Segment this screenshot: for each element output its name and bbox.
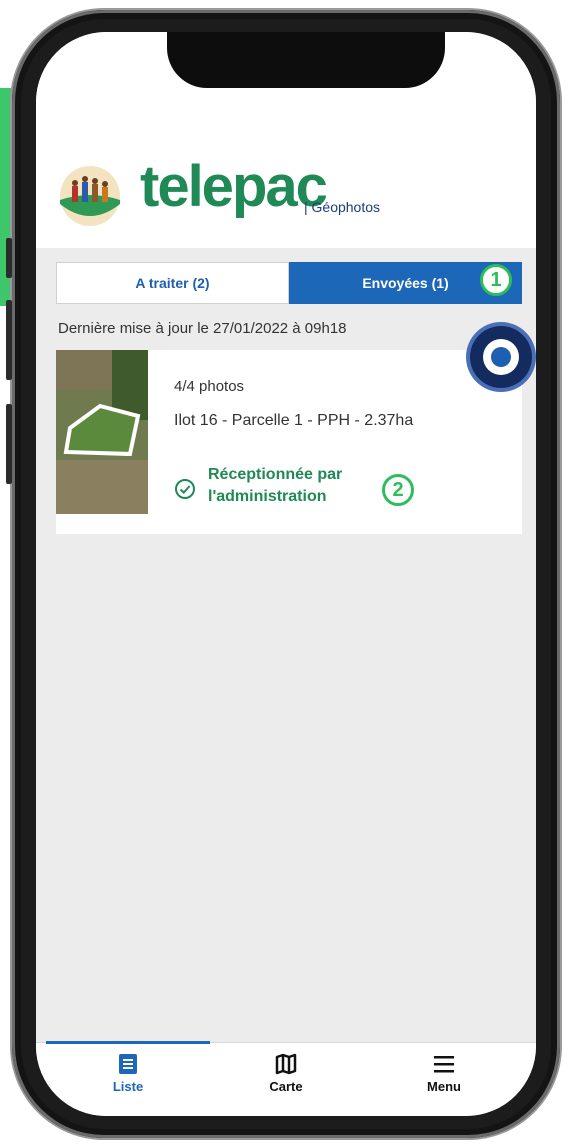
map-icon: [275, 1053, 297, 1075]
status-line-1: Réceptionnée par: [208, 466, 343, 483]
status-tabs: A traiter (2) Envoyées (1): [56, 262, 522, 304]
nav-menu-label: Menu: [427, 1079, 461, 1094]
nav-carte[interactable]: Carte: [226, 1053, 346, 1094]
hamburger-menu-icon: [434, 1056, 454, 1073]
location-dot-icon: [491, 347, 511, 367]
tab-a-traiter[interactable]: A traiter (2): [56, 262, 289, 304]
nav-liste[interactable]: Liste: [68, 1053, 188, 1094]
annotation-badge-1: 1: [480, 264, 512, 296]
active-tab-indicator: [46, 1041, 210, 1044]
photo-count: 4/4 photos: [174, 378, 245, 395]
phone-notch: [167, 32, 445, 88]
list-icon: [119, 1054, 137, 1074]
list-item[interactable]: 4/4 photos Ilot 16 - Parcelle 1 - PPH - …: [56, 350, 522, 534]
telepac-logo-icon: [58, 164, 122, 228]
parcel-info: Ilot 16 - Parcelle 1 - PPH - 2.37ha: [174, 412, 414, 429]
power-button: [6, 404, 12, 484]
locate-ring: [483, 339, 519, 375]
locate-button[interactable]: [470, 326, 532, 388]
status-line-2: l'administration: [208, 488, 327, 505]
app-screen: telepac | Géophotos A traiter (2) Envoyé…: [36, 32, 536, 1116]
last-update-text: Dernière mise à jour le 27/01/2022 à 09h…: [58, 320, 347, 337]
bottom-navigation: Liste Carte Menu: [36, 1041, 536, 1116]
geophotos-subtitle: | Géophotos: [304, 199, 381, 215]
reception-status: Réceptionnée par l'administration: [174, 464, 342, 508]
check-circle-icon: [175, 479, 195, 499]
volume-down-button: [6, 300, 12, 380]
status-label: Réceptionnée par l'administration: [208, 464, 342, 508]
volume-up-button: [6, 238, 12, 278]
nav-menu[interactable]: Menu: [384, 1053, 504, 1094]
annotation-badge-2: 2: [382, 474, 414, 506]
nav-carte-label: Carte: [269, 1079, 303, 1094]
telepac-wordmark: telepac: [140, 154, 328, 219]
parcel-thumbnail: [56, 350, 148, 514]
nav-liste-label: Liste: [112, 1079, 144, 1094]
